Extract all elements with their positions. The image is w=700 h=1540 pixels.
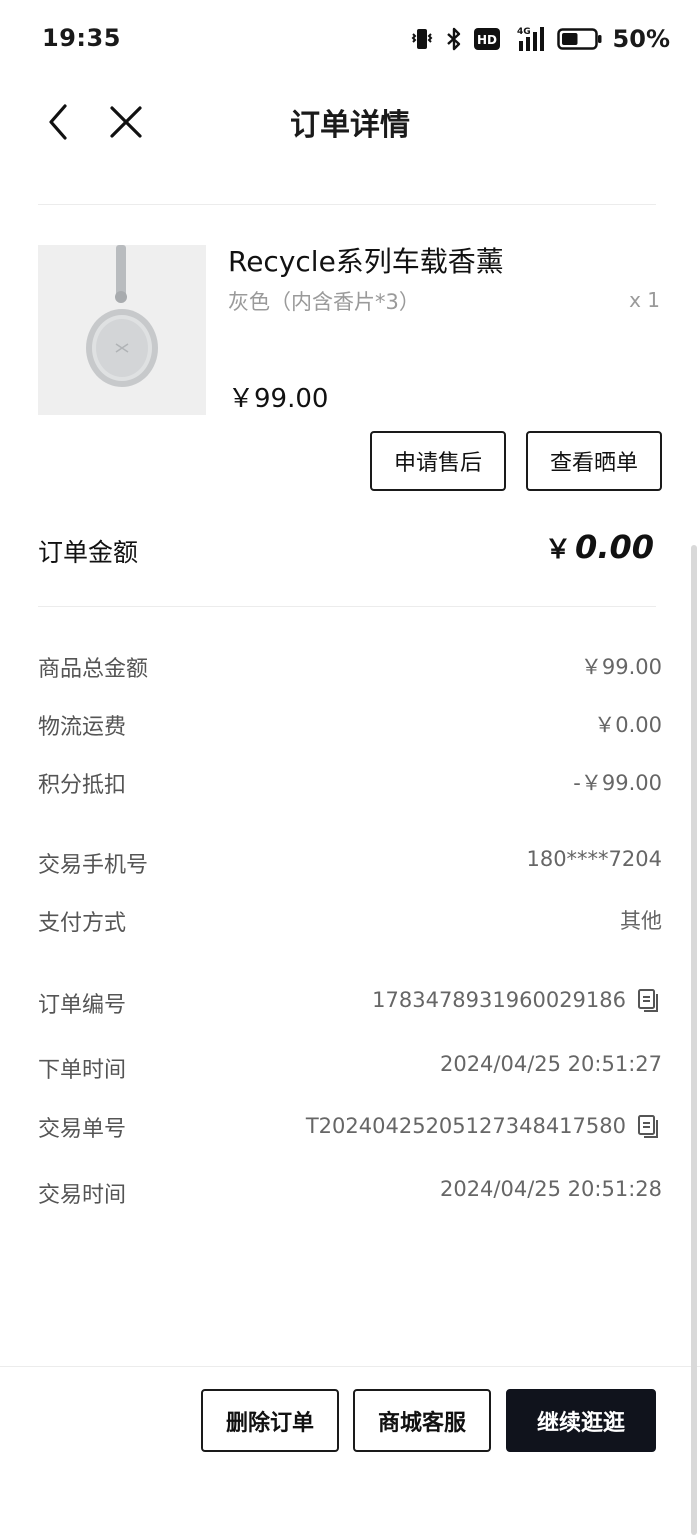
detail-label-shipping: 物流运费 <box>38 715 127 740</box>
page-title: 订单详情 <box>290 108 410 143</box>
detail-value-text: ￥99.00 <box>580 655 662 679</box>
divider <box>38 204 656 205</box>
detail-value-transaction-number: T20240425205127348417580 <box>306 1113 662 1139</box>
divider <box>38 606 656 607</box>
product-price: ￥99.00 <box>228 384 329 414</box>
bluetooth-icon <box>445 26 463 52</box>
detail-value-payment: 其他 <box>620 905 662 935</box>
view-review-button[interactable]: 查看晒单 <box>526 431 662 491</box>
order-amount-number: 0.00 <box>575 528 654 566</box>
signal-icon: 4G <box>511 25 547 53</box>
status-time: 19:35 <box>42 24 121 52</box>
detail-label-phone: 交易手机号 <box>38 853 149 878</box>
copy-transaction-number-icon[interactable] <box>636 1113 662 1139</box>
detail-value-text: ￥0.00 <box>594 713 662 737</box>
copy-order-number-icon[interactable] <box>636 987 662 1013</box>
hd-icon: HD <box>473 27 501 51</box>
order-amount-value: ￥ 0.00 <box>545 528 654 566</box>
vibrate-icon <box>409 26 435 52</box>
detail-value-points: -￥99.00 <box>573 767 662 797</box>
hd-label: HD <box>477 33 497 47</box>
delete-order-button[interactable]: 删除订单 <box>201 1389 339 1452</box>
detail-value-text: 其他 <box>620 909 662 933</box>
product-image[interactable] <box>38 245 206 415</box>
customer-service-button[interactable]: 商城客服 <box>353 1389 491 1452</box>
detail-label-order-time: 下单时间 <box>38 1058 127 1083</box>
product-quantity: x 1 <box>629 288 660 312</box>
detail-value-text: 2024/04/25 20:51:27 <box>439 1052 662 1076</box>
continue-shopping-button[interactable]: 继续逛逛 <box>506 1389 656 1452</box>
detail-value-text: 2024/04/25 20:51:28 <box>439 1177 662 1201</box>
status-icons: HD 4G 50% <box>409 22 670 56</box>
detail-value-order-time: 2024/04/25 20:51:27 <box>440 1052 662 1076</box>
network-label: 4G <box>517 27 531 37</box>
product-variant: 灰色（内含香片*3） <box>228 290 420 314</box>
detail-value-order-number: 1783478931960029186 <box>372 987 662 1013</box>
detail-value-shipping: ￥0.00 <box>594 709 662 739</box>
scrollbar[interactable] <box>691 545 697 1535</box>
battery-percent: 50% <box>612 25 670 53</box>
currency-symbol: ￥ <box>545 535 572 565</box>
product-name[interactable]: Recycle系列车载香薰 <box>228 240 504 280</box>
after-sale-button[interactable]: 申请售后 <box>370 431 506 491</box>
nav-bar: 订单详情 <box>0 80 700 164</box>
detail-value-transaction-time: 2024/04/25 20:51:28 <box>440 1177 662 1201</box>
detail-value-phone: 180****7204 <box>526 847 662 871</box>
bottom-action-bar: 删除订单 商城客服 继续逛逛 <box>0 1366 700 1540</box>
battery-icon <box>556 27 603 51</box>
order-amount-label: 订单金额 <box>38 538 139 567</box>
detail-value-goods-total: ￥99.00 <box>581 651 662 681</box>
detail-label-transaction-number: 交易单号 <box>38 1117 127 1142</box>
detail-value-text: T20240425205127348417580 <box>305 1114 626 1138</box>
status-bar: 19:35 HD 4G 50% <box>0 0 700 80</box>
detail-value-text: -￥99.00 <box>573 771 662 795</box>
detail-label-payment: 支付方式 <box>38 911 127 936</box>
detail-label-points: 积分抵扣 <box>38 773 127 798</box>
detail-value-text: 180****7204 <box>526 847 662 871</box>
detail-label-goods-total: 商品总金额 <box>38 657 149 682</box>
detail-label-transaction-time: 交易时间 <box>38 1183 127 1208</box>
detail-value-text: 1783478931960029186 <box>372 988 626 1012</box>
detail-label-order-number: 订单编号 <box>38 993 127 1018</box>
